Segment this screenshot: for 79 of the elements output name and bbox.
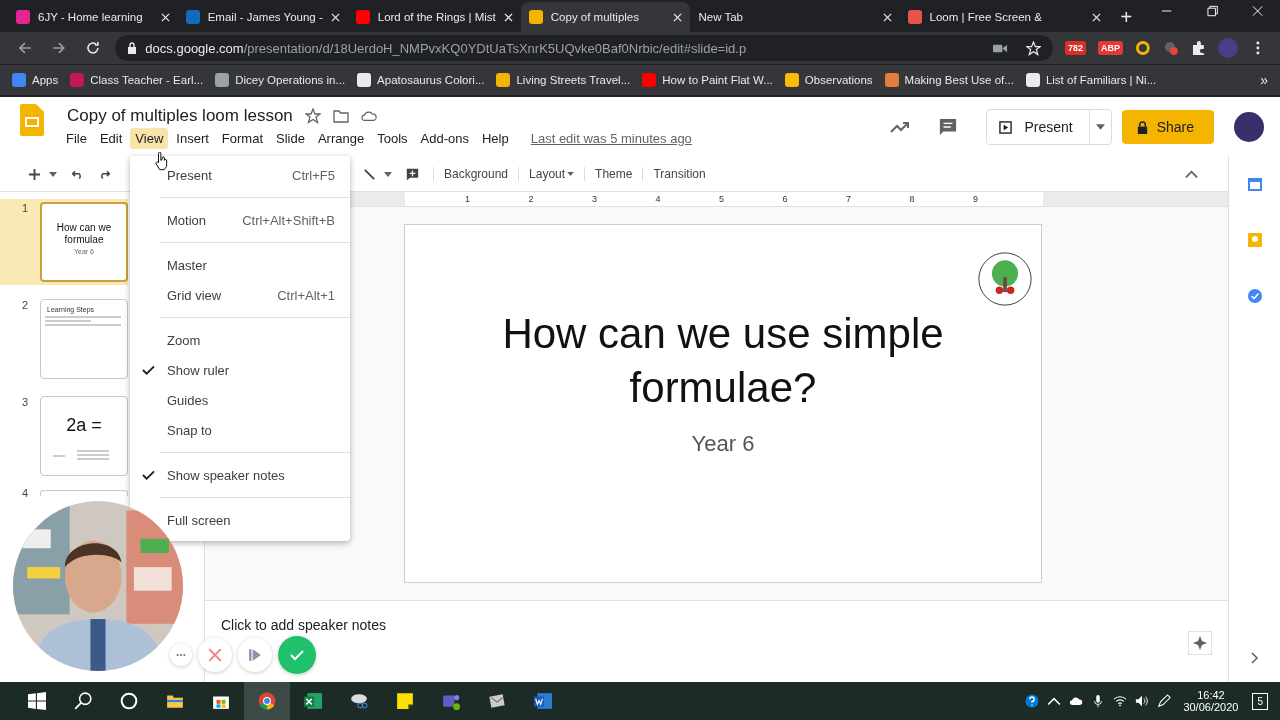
bookmark[interactable]: Class Teacher - Earl... — [70, 73, 204, 87]
ruler-number: 6 — [782, 193, 789, 206]
extension-badge[interactable]: 782 — [1065, 41, 1087, 55]
slide-thumbnail[interactable]: 2a = — [40, 396, 128, 476]
notification-badge[interactable]: 5 — [1252, 692, 1268, 710]
menu-item[interactable]: Slide — [271, 127, 310, 149]
extension-badge[interactable]: ABP — [1098, 41, 1124, 55]
menu-option[interactable]: Snap to — [167, 415, 350, 445]
browser-tab[interactable]: 6JY - Home learning — [8, 2, 178, 32]
ruler-number: 3 — [592, 193, 598, 206]
slide-number: 2 — [22, 299, 28, 313]
slide-thumbnail-row[interactable]: 4 — [0, 490, 128, 497]
slide-title[interactable]: How can we use simple formulae? — [463, 307, 983, 415]
share-button[interactable]: Share — [1121, 110, 1214, 144]
shortcut-text: Ctrl+Alt+1 — [277, 287, 335, 303]
menu-option[interactable]: Grid view Ctrl+Alt+1 — [167, 280, 350, 310]
new-tab-button[interactable]: + — [1108, 2, 1145, 32]
slide-canvas[interactable]: How can we use simple formulae? Year 6 — [404, 224, 1042, 583]
toolbar-button[interactable]: Background — [433, 167, 519, 181]
slide-number: 1 — [22, 202, 28, 216]
more-bookmarks-button[interactable]: » — [1260, 72, 1268, 88]
bookmark[interactable]: Dicey Operations in... — [215, 73, 346, 87]
bookmark[interactable]: How to Paint Flat W... — [642, 73, 773, 87]
slide-subtitle[interactable]: Year 6 — [691, 431, 755, 457]
browser-tab[interactable]: Loom | Free Screen & — [899, 2, 1109, 32]
shortcut-text: Ctrl+F5 — [292, 167, 335, 183]
menu-option[interactable]: Master — [167, 250, 350, 280]
menu-item[interactable]: Add-ons — [415, 127, 474, 149]
clock-date[interactable]: 30/06/2020 — [1183, 701, 1239, 713]
ruler-number: 5 — [719, 193, 725, 206]
last-edit-link[interactable]: Last edit was 5 minutes ago — [530, 130, 692, 146]
url-text: docs.google.com/presentation/d/18UerdoH_NMPvxKQ0YDtUaTsXnrK5UQvke0Baf0Nrbic/edit#slide=id.p — [145, 40, 747, 56]
menu-item[interactable]: Edit — [94, 127, 128, 149]
document-title[interactable]: Copy of multiples loom lesson — [67, 105, 293, 126]
menu-item[interactable]: Format — [216, 127, 268, 149]
browser-tab[interactable]: New Tab — [690, 2, 900, 32]
bookmark[interactable]: List of Familiars | Ni... — [1025, 73, 1157, 87]
menu-option[interactable]: Guides — [167, 385, 350, 415]
shortcut-text: Ctrl+Alt+Shift+B — [242, 212, 335, 228]
clock-time[interactable]: 16:42 — [1197, 689, 1225, 701]
ruler-number: 2 — [528, 193, 535, 206]
menu-option[interactable]: Show ruler — [167, 355, 350, 385]
ruler-number: 4 — [655, 193, 662, 206]
thumbnail-equation: 2a = — [66, 415, 102, 436]
menu-item[interactable]: View — [130, 127, 169, 149]
address-bar[interactable]: docs.google.com/presentation/d/18UerdoH_NMPvxKQ0YDtUaTsXnrK5UQvke0Baf0Nrbic/edit#slide=id.p — [115, 35, 1054, 61]
menu-item[interactable]: Insert — [171, 127, 214, 149]
ruler-number: 1 — [465, 193, 471, 206]
toolbar-button[interactable]: Transition — [642, 167, 716, 181]
browser-tab[interactable]: Copy of multiples — [520, 2, 691, 32]
slide-thumbnail-row[interactable]: 3 2a = — [0, 393, 128, 479]
ruler-number: 9 — [973, 193, 979, 206]
menu-option[interactable]: Full screen — [167, 505, 350, 535]
bookmark[interactable]: Apatosaurus Colori... — [357, 73, 485, 87]
present-button[interactable]: Present — [987, 110, 1090, 144]
bookmark[interactable]: Living Streets Travel... — [496, 73, 631, 87]
speaker-notes-placeholder[interactable]: Click to add speaker notes — [221, 617, 1188, 633]
toolbar-button[interactable]: Theme — [584, 167, 643, 181]
slide-number: 3 — [22, 396, 28, 410]
menu-item[interactable]: File — [61, 127, 92, 149]
bookmark[interactable]: Observations — [784, 73, 873, 87]
bookmark[interactable]: Making Best Use of... — [884, 73, 1014, 87]
ruler-number: 8 — [909, 193, 916, 206]
bookmark[interactable]: Apps — [12, 73, 59, 87]
menu-item[interactable]: Arrange — [312, 127, 370, 149]
thumbnail-title: How can we — [56, 222, 112, 234]
toolbar-button[interactable]: Layout — [518, 167, 585, 181]
slide-number: 4 — [22, 490, 28, 497]
menu-option[interactable]: Present Ctrl+F5 — [167, 160, 350, 190]
menu-item[interactable]: Help — [476, 127, 514, 149]
ruler-number: 7 — [846, 193, 852, 206]
browser-tab[interactable]: Lord of the Rings | Mist — [347, 2, 521, 32]
menu-option[interactable]: Show speaker notes — [167, 460, 350, 490]
ruler[interactable]: 1 2 3 4 5 6 7 8 9 — [405, 192, 1043, 206]
browser-tab[interactable]: Email - James Young - — [177, 2, 348, 32]
thumbnail-title: formulae — [64, 234, 104, 246]
menu-option[interactable]: Motion Ctrl+Alt+Shift+B — [167, 205, 350, 235]
menu-option[interactable]: Zoom — [167, 325, 350, 355]
menu-item[interactable]: Tools — [372, 127, 413, 149]
